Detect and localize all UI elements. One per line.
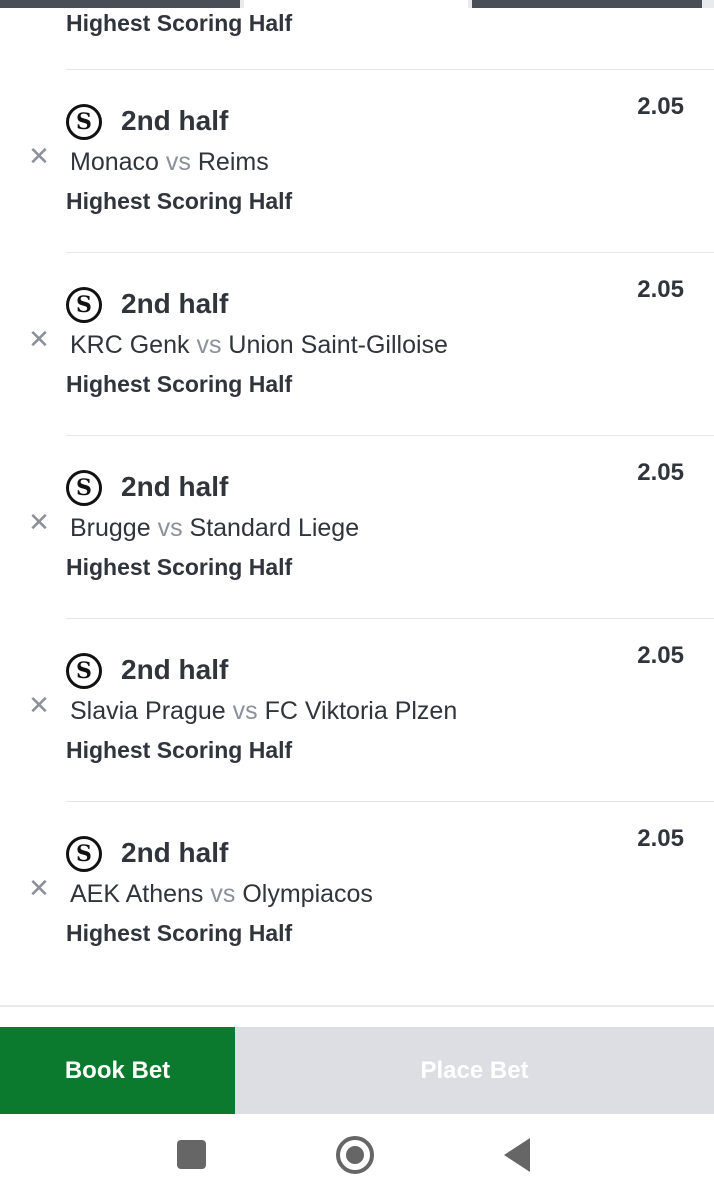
tab-segment-left[interactable]	[0, 0, 240, 8]
vs-label: vs	[157, 514, 183, 542]
match-name: KRC Genk vs Union Saint-Gilloise	[70, 331, 448, 360]
match-name: Brugge vs Standard Liege	[70, 514, 359, 543]
sportybet-s-icon: S	[66, 470, 102, 506]
home-team: AEK Athens	[70, 880, 204, 908]
away-team: Olympiacos	[242, 880, 373, 908]
odds-value: 2.05	[637, 276, 684, 303]
back-triangle-icon[interactable]	[504, 1138, 530, 1172]
betslip-list[interactable]: Highest Scoring Half S 2nd half 2.05 ✕ M…	[0, 8, 714, 1006]
sportybet-s-icon: S	[66, 287, 102, 323]
remove-selection-icon[interactable]: ✕	[28, 876, 50, 902]
market-label: Highest Scoring Half	[66, 737, 293, 763]
selection-label: 2nd half	[121, 471, 229, 502]
away-team: Reims	[197, 148, 269, 176]
market-label: Highest Scoring Half	[66, 920, 293, 946]
odds-value: 2.05	[637, 825, 684, 852]
selection-label: 2nd half	[121, 837, 229, 868]
market-label: Highest Scoring Half	[66, 188, 293, 214]
bet-item: S 2nd half 2.05 ✕ KRC Genk vs Union Sain…	[0, 253, 714, 436]
vs-label: vs	[232, 697, 258, 725]
odds-value: 2.05	[637, 93, 684, 120]
away-team: FC Viktoria Plzen	[264, 697, 458, 725]
match-name: AEK Athens vs Olympiacos	[70, 880, 373, 909]
remove-selection-icon[interactable]: ✕	[28, 510, 50, 536]
book-bet-button[interactable]: Book Bet	[0, 1027, 235, 1114]
vs-label: vs	[210, 880, 236, 908]
away-team: Union Saint-Gilloise	[228, 331, 448, 359]
remove-selection-icon[interactable]: ✕	[28, 693, 50, 719]
vs-label: vs	[196, 331, 222, 359]
vs-label: vs	[165, 148, 191, 176]
remove-selection-icon[interactable]: ✕	[28, 144, 50, 170]
match-name: Monaco vs Reims	[70, 148, 269, 177]
home-circle-icon[interactable]	[336, 1136, 374, 1174]
home-team: Brugge	[70, 514, 151, 542]
odds-value: 2.05	[637, 642, 684, 669]
system-nav-bar	[0, 1114, 714, 1200]
bet-item: S 2nd half 2.05 ✕ Brugge vs Standard Lie…	[0, 436, 714, 619]
bet-item: S 2nd half 2.05 ✕ Monaco vs Reims Highes…	[0, 70, 714, 253]
partial-market-label: Highest Scoring Half	[66, 10, 293, 36]
top-tab-strip	[0, 0, 714, 8]
home-team: KRC Genk	[70, 331, 190, 359]
market-label: Highest Scoring Half	[66, 554, 293, 580]
action-bar: Book Bet Place Bet	[0, 1027, 714, 1114]
selection-label: 2nd half	[121, 654, 229, 685]
tab-segment-right[interactable]	[472, 0, 702, 8]
bet-item: S 2nd half 2.05 ✕ AEK Athens vs Olympiac…	[0, 802, 714, 985]
sportybet-s-icon: S	[66, 653, 102, 689]
place-bet-button[interactable]: Place Bet	[235, 1027, 714, 1114]
tab-segment-active[interactable]	[244, 0, 468, 8]
sportybet-s-icon: S	[66, 836, 102, 872]
bottom-separator	[0, 1005, 714, 1007]
match-name: Slavia Prague vs FC Viktoria Plzen	[70, 697, 457, 726]
away-team: Standard Liege	[189, 514, 360, 542]
sportybet-s-icon: S	[66, 104, 102, 140]
home-team: Slavia Prague	[70, 697, 226, 725]
home-team: Monaco	[70, 148, 159, 176]
remove-selection-icon[interactable]: ✕	[28, 327, 50, 353]
recents-square-icon[interactable]	[177, 1140, 206, 1169]
odds-value: 2.05	[637, 459, 684, 486]
market-label: Highest Scoring Half	[66, 371, 293, 397]
bet-item: S 2nd half 2.05 ✕ Slavia Prague vs FC Vi…	[0, 619, 714, 802]
selection-label: 2nd half	[121, 105, 229, 136]
selection-label: 2nd half	[121, 288, 229, 319]
